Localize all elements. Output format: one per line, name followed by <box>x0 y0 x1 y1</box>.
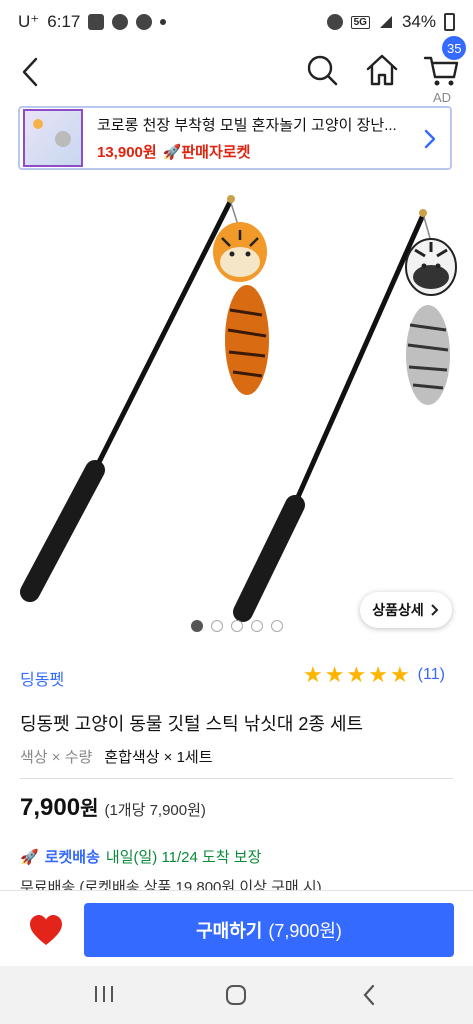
price: 7,900원 <box>20 792 98 822</box>
option-row[interactable]: 색상 × 수량 혼합색상 × 1세트 <box>20 746 213 767</box>
ad-price: 13,900원 <box>97 144 157 161</box>
star-icon: ★ <box>368 662 388 687</box>
product-image[interactable] <box>0 180 473 660</box>
alarm-icon <box>326 14 343 30</box>
chevron-right-icon <box>431 604 439 616</box>
unit-price: (1개당 7,900원) <box>104 802 206 819</box>
delivery-date: 내일(일) 11/24 도착 보장 <box>105 849 262 866</box>
home-button-icon[interactable] <box>222 981 250 1009</box>
gallery-dot[interactable] <box>250 620 263 632</box>
product-title: 딩동펫 고양이 동물 깃털 스틱 낚싯대 2종 세트 <box>20 714 364 734</box>
review-count[interactable]: (11) <box>418 666 445 684</box>
moon-notification-icon <box>136 14 153 30</box>
status-bar: U⁺ 6:17 5G 34% <box>0 0 473 44</box>
system-nav-bar <box>0 966 473 1024</box>
more-notifications-dot-icon <box>160 19 167 25</box>
back-button-icon[interactable] <box>356 981 384 1009</box>
carrier-label: U⁺ <box>18 12 40 31</box>
gallery-pagination <box>0 620 473 632</box>
chevron-right-icon <box>424 129 436 149</box>
delivery-info: 🚀 로켓배송 내일(일) 11/24 도착 보장 <box>20 846 261 867</box>
clock: 6:17 <box>47 12 81 31</box>
star-icon: ★ <box>303 662 323 687</box>
price-value: 7,900 <box>20 794 81 821</box>
battery-icon <box>444 13 455 31</box>
buy-button-price: (7,900원) <box>268 921 342 941</box>
rating[interactable]: ★ ★ ★ ★ ★ (11) <box>303 664 445 686</box>
top-nav <box>0 44 473 104</box>
back-arrow-icon[interactable] <box>14 54 50 90</box>
price-currency: 원 <box>80 798 99 820</box>
gallery-dot[interactable] <box>190 620 203 632</box>
gallery-dot[interactable] <box>210 620 223 632</box>
divider <box>20 778 453 779</box>
buy-bar: 구매하기 (7,900원) <box>0 890 473 966</box>
ad-title: 코로롱 천장 부착형 모빌 혼자놀기 고양이 장난... <box>97 117 397 134</box>
rocket-icon: 🚀 <box>20 848 39 866</box>
heart-icon[interactable] <box>28 913 64 947</box>
gallery-dot[interactable] <box>270 620 283 632</box>
home-icon[interactable] <box>362 50 402 90</box>
option-value: 혼합색상 × 1세트 <box>104 749 213 766</box>
gallery-dot[interactable] <box>230 620 243 632</box>
talk-notification-icon <box>112 14 129 30</box>
ad-delivery-badge: 🚀판매자로켓 <box>162 144 251 161</box>
ad-label: AD <box>432 90 451 105</box>
option-label: 색상 × 수량 <box>20 749 93 766</box>
price-row: 7,900원 (1개당 7,900원) <box>20 792 206 822</box>
buy-button[interactable]: 구매하기 (7,900원) <box>84 903 454 957</box>
star-icon: ★ <box>324 662 345 687</box>
battery-percent: 34% <box>401 12 436 31</box>
free-shipping-text: 무료배송 (로켓배송 상품 19,800원 이상 구매 시) <box>20 879 322 890</box>
gallery-notification-icon <box>88 14 105 30</box>
star-icon: ★ <box>389 662 410 687</box>
buy-button-label: 구매하기 <box>196 921 263 941</box>
brand-link[interactable]: 딩동펫 <box>20 666 64 690</box>
product-detail-label: 상품상세 <box>372 602 424 618</box>
signal-icon <box>379 16 392 28</box>
ad-thumbnail <box>23 109 83 167</box>
network-type-label: 5G <box>350 15 370 29</box>
search-icon[interactable] <box>302 50 342 90</box>
star-icon: ★ <box>346 662 367 687</box>
delivery-type: 로켓배송 <box>44 849 100 866</box>
ad-banner[interactable]: 코로롱 천장 부착형 모빌 혼자놀기 고양이 장난... 13,900원 🚀판매… <box>18 106 452 170</box>
recent-apps-icon[interactable] <box>90 982 118 1006</box>
